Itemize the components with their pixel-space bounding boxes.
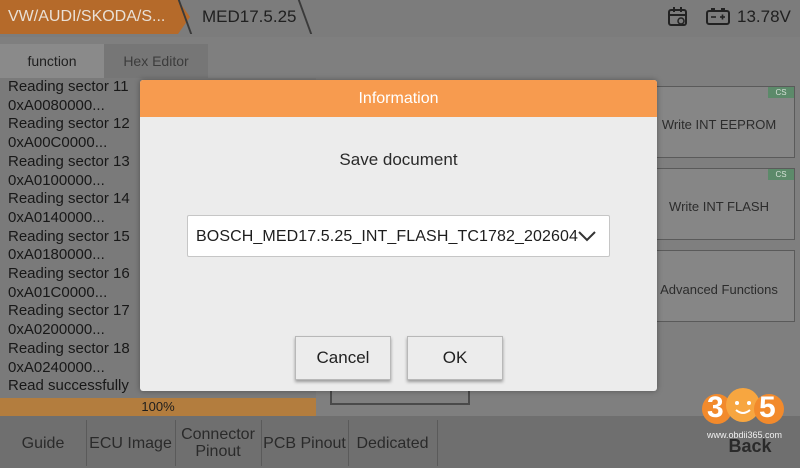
advanced-functions-label: Advanced Functions <box>660 282 778 297</box>
logo-url: www.obdii365.com <box>707 430 783 440</box>
connector-pinout-label: Connector Pinout <box>181 426 255 460</box>
tab-hex-editor[interactable]: Hex Editor <box>104 44 208 78</box>
calendar-icon[interactable] <box>667 6 689 28</box>
write-int-eeprom-button[interactable]: CS Write INT EEPROM <box>643 86 795 158</box>
file-name-value: BOSCH_MED17.5.25_INT_FLASH_TC1782_202604 <box>196 228 578 245</box>
write-int-flash-button[interactable]: CS Write INT FLASH <box>643 168 795 240</box>
breadcrumb-ecu[interactable]: MED17.5.25 <box>202 0 297 34</box>
breadcrumb-vehicle-label: VW/AUDI/SKODA/S... <box>8 8 166 25</box>
dialog-title: Information <box>140 80 657 117</box>
obdii365-logo: 3 5 www.obdii365.com <box>695 383 795 443</box>
tab-function[interactable]: function <box>0 44 104 78</box>
progress-label: 100% <box>141 399 175 414</box>
battery-icon <box>706 8 730 25</box>
breadcrumb-vehicle[interactable]: VW/AUDI/SKODA/S... <box>0 0 178 34</box>
cs-badge: CS <box>768 169 794 180</box>
ecu-image-button[interactable]: ECU Image <box>86 420 176 466</box>
save-document-label: Save document <box>339 150 458 169</box>
logo-digit: 3 <box>707 391 724 424</box>
chevron-down-icon[interactable] <box>577 226 597 246</box>
information-dialog: Information Save document BOSCH_MED17.5.… <box>140 80 657 391</box>
guide-button[interactable]: Guide <box>0 420 87 466</box>
battery-voltage: 13.78V <box>737 7 791 26</box>
tab-strip-filler <box>208 44 800 78</box>
file-name-select[interactable]: BOSCH_MED17.5.25_INT_FLASH_TC1782_202604 <box>187 215 610 257</box>
dedicated-button[interactable]: Dedicated <box>348 420 438 466</box>
progress-bar: 100% <box>0 398 316 416</box>
cancel-button[interactable]: Cancel <box>295 336 391 380</box>
connector-pinout-button[interactable]: Connector Pinout <box>175 420 262 466</box>
cs-badge: CS <box>768 87 794 98</box>
advanced-functions-button[interactable]: Advanced Functions <box>643 250 795 322</box>
ok-button[interactable]: OK <box>407 336 503 380</box>
logo-digit: 5 <box>759 391 776 424</box>
pcb-pinout-button[interactable]: PCB Pinout <box>261 420 349 466</box>
